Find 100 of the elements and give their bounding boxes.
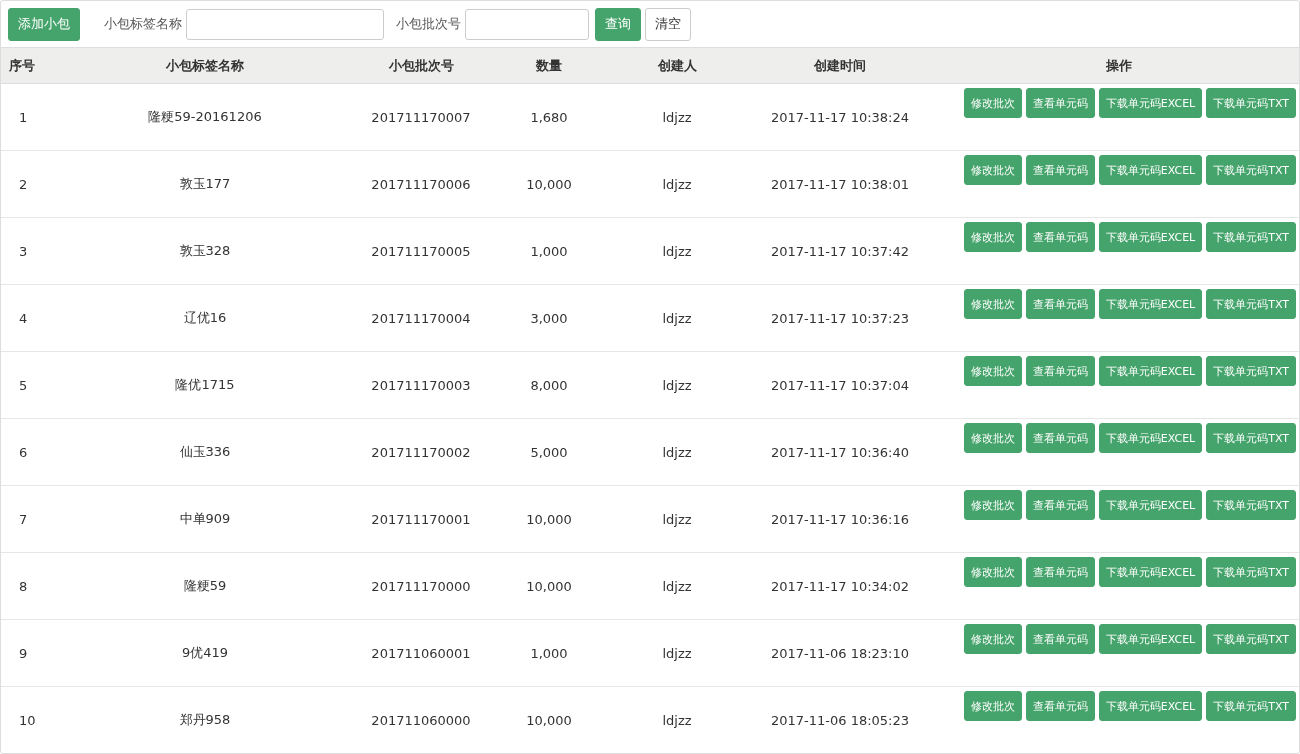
table-cell: 2017-11-06 18:05:23	[770, 712, 910, 728]
query-button[interactable]: 查询	[595, 7, 641, 41]
action-button[interactable]: 下载单元码TXT	[1206, 289, 1296, 319]
action-button[interactable]: 修改批次	[963, 356, 1022, 386]
action-button[interactable]: 查看单元码	[1025, 624, 1095, 654]
table-cell: 2017-11-17 10:36:16	[770, 511, 910, 527]
table-cell: 2017-11-06 18:23:10	[770, 645, 910, 661]
table-cell: 3,000	[530, 310, 568, 326]
table-cell: 10,000	[526, 712, 572, 728]
column-header: 操作	[1105, 57, 1132, 73]
table-cell: 隆粳59	[183, 578, 227, 593]
table-cell: 隆粳59-20161206	[148, 109, 262, 124]
table-cell: 2017-11-17 10:34:02	[770, 578, 910, 594]
action-button[interactable]: 查看单元码	[1025, 155, 1095, 185]
table-cell: 10,000	[526, 511, 572, 527]
action-button[interactable]: 修改批次	[963, 557, 1022, 587]
table-cell: 10	[19, 712, 36, 728]
action-button[interactable]: 下载单元码TXT	[1206, 691, 1296, 721]
action-button[interactable]: 查看单元码	[1025, 356, 1095, 386]
table-cell: 201711170004	[371, 310, 471, 326]
action-button[interactable]: 下载单元码TXT	[1206, 222, 1296, 252]
clear-button[interactable]: 清空	[645, 7, 691, 41]
table-cell: 1,000	[530, 645, 568, 661]
table-cell: 201711170005	[371, 243, 471, 259]
action-button[interactable]: 下载单元码EXCEL	[1098, 490, 1203, 520]
column-header: 小包标签名称	[166, 57, 244, 73]
table-cell: ldjzz	[662, 578, 692, 594]
table-cell: 2017-11-17 10:36:40	[770, 444, 910, 460]
table-cell: 隆优1715	[175, 377, 235, 392]
table-cell: 仙玉336	[179, 444, 231, 459]
column-header: 小包批次号	[388, 57, 454, 73]
table-cell: 10,000	[526, 578, 572, 594]
input-field[interactable]	[465, 8, 589, 40]
table-cell: ldjzz	[662, 243, 692, 259]
table-cell: 5,000	[530, 444, 568, 460]
action-button[interactable]: 下载单元码EXCEL	[1098, 423, 1203, 453]
add-button[interactable]: 添加小包	[8, 7, 80, 41]
action-button[interactable]: 下载单元码TXT	[1206, 490, 1296, 520]
action-button[interactable]: 查看单元码	[1025, 691, 1095, 721]
action-button[interactable]: 下载单元码TXT	[1206, 624, 1296, 654]
action-button[interactable]: 修改批次	[963, 490, 1022, 520]
table-cell: 2017-11-17 10:38:24	[770, 109, 910, 125]
table-cell: 1,680	[530, 109, 568, 125]
action-button[interactable]: 下载单元码TXT	[1206, 155, 1296, 185]
action-button[interactable]: 修改批次	[963, 88, 1022, 118]
action-button[interactable]: 修改批次	[963, 423, 1022, 453]
action-button[interactable]: 修改批次	[963, 624, 1022, 654]
table-cell: 敦玉328	[179, 243, 231, 258]
action-button[interactable]: 查看单元码	[1025, 423, 1095, 453]
action-button[interactable]: 下载单元码TXT	[1206, 423, 1296, 453]
table-cell: ldjzz	[662, 377, 692, 393]
table-cell: 201711170001	[371, 511, 471, 527]
column-header: 创建人	[657, 57, 697, 73]
table-cell: 辽优16	[183, 310, 227, 325]
table-cell: 10,000	[526, 176, 572, 192]
table-cell: 1	[19, 109, 28, 125]
action-button[interactable]: 下载单元码EXCEL	[1098, 155, 1203, 185]
table-cell: 4	[19, 310, 28, 326]
action-button[interactable]: 下载单元码EXCEL	[1098, 222, 1203, 252]
table-cell: 201711170006	[371, 176, 471, 192]
action-button[interactable]: 下载单元码TXT	[1206, 88, 1296, 118]
table-cell: 201711170000	[371, 578, 471, 594]
table-cell: 1,000	[530, 243, 568, 259]
table-cell: ldjzz	[662, 310, 692, 326]
action-button[interactable]: 下载单元码TXT	[1206, 356, 1296, 386]
table-cell: 8,000	[530, 377, 568, 393]
input-field[interactable]	[186, 8, 384, 40]
action-button[interactable]: 查看单元码	[1025, 222, 1095, 252]
table-cell: 2017-11-17 10:37:04	[770, 377, 910, 393]
table-cell: 中单909	[179, 511, 231, 526]
action-button[interactable]: 下载单元码EXCEL	[1098, 691, 1203, 721]
table-cell: 2017-11-17 10:37:42	[770, 243, 910, 259]
table-cell: 7	[19, 511, 28, 527]
action-button[interactable]: 修改批次	[963, 155, 1022, 185]
action-button[interactable]: 下载单元码EXCEL	[1098, 557, 1203, 587]
table-cell: 6	[19, 444, 28, 460]
action-button[interactable]: 下载单元码EXCEL	[1098, 289, 1203, 319]
column-header: 数量	[536, 57, 562, 73]
field-label: 小包标签名称	[104, 15, 182, 33]
table-cell: 201711170003	[371, 377, 471, 393]
action-button[interactable]: 修改批次	[963, 289, 1022, 319]
action-button[interactable]: 查看单元码	[1025, 88, 1095, 118]
table-cell: 201711060000	[371, 712, 471, 728]
action-button[interactable]: 查看单元码	[1025, 557, 1095, 587]
action-button[interactable]: 下载单元码EXCEL	[1098, 356, 1203, 386]
action-button[interactable]: 下载单元码TXT	[1206, 557, 1296, 587]
column-header: 序号	[9, 57, 35, 73]
table-cell: 201711060001	[371, 645, 471, 661]
action-button[interactable]: 修改批次	[963, 691, 1022, 721]
action-button[interactable]: 查看单元码	[1025, 490, 1095, 520]
action-button[interactable]: 下载单元码EXCEL	[1098, 624, 1203, 654]
table-cell: 8	[19, 578, 28, 594]
table-cell: ldjzz	[662, 109, 692, 125]
action-button[interactable]: 下载单元码EXCEL	[1098, 88, 1203, 118]
table-cell: 201711170007	[371, 109, 471, 125]
action-button[interactable]: 修改批次	[963, 222, 1022, 252]
table-cell: 郑丹958	[179, 712, 231, 728]
action-button[interactable]: 查看单元码	[1025, 289, 1095, 319]
field-label: 小包批次号	[396, 15, 461, 33]
table-cell: 3	[19, 243, 28, 259]
